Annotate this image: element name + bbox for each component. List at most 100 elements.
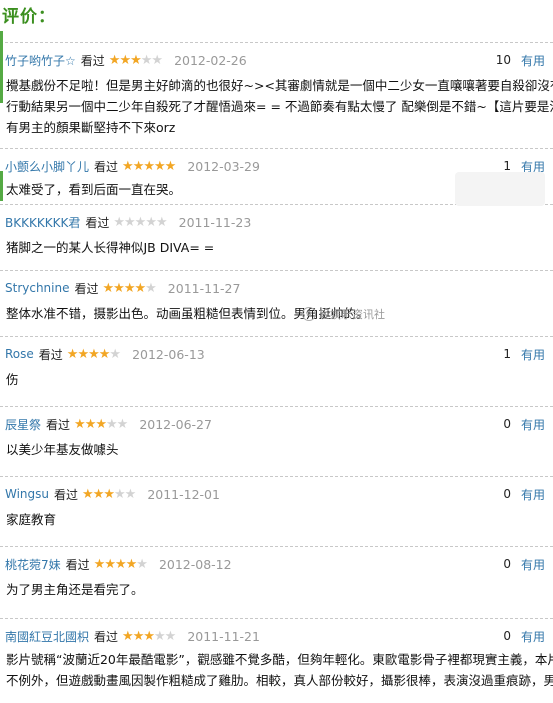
- review-item: 辰星祭 看过 ★ ★ ★ ★ ★ 2012-06-27 0 有用 以美少年基友做噱头: [0, 406, 553, 477]
- star-icon: ★: [103, 486, 115, 502]
- star-icon: ★: [104, 556, 116, 572]
- highlight-bar: [0, 31, 3, 103]
- review-item: 桃花菀7妹 看过 ★ ★ ★ ★ ★ 2012-08-12 0 有用 为了男主角还是看完了。: [0, 546, 553, 619]
- star-icon: ★: [154, 628, 166, 644]
- watched-label: 看过: [85, 215, 110, 230]
- review-date: 2012-02-26: [174, 52, 247, 68]
- review-meta: BKKKKKKK君 看过 ★ ★ ★ ★ ★ 2011-11-23: [5, 213, 251, 231]
- reviewer-name-link[interactable]: BKKKKKKK君: [5, 214, 80, 231]
- useful-count: 0: [503, 629, 511, 643]
- review-meta: 桃花菀7妹 看过 ★ ★ ★ ★ ★ 2012-08-12: [5, 555, 232, 573]
- star-icon: ★: [113, 280, 125, 296]
- star-icon: ★: [124, 486, 137, 502]
- useful-button[interactable]: 有用: [521, 52, 545, 69]
- star-icon: ★: [145, 280, 157, 296]
- rating-stars: ★ ★ ★ ★ ★: [108, 52, 163, 68]
- star-icon: ★: [114, 486, 126, 502]
- watched-label: 看过: [54, 487, 79, 502]
- reviewer-name-link[interactable]: 竹子哟竹子☆: [5, 52, 76, 69]
- review-date: 2012-08-12: [158, 556, 232, 572]
- useful-count: 0: [503, 417, 511, 431]
- review-text: 伤: [6, 369, 545, 390]
- star-icon: ★: [140, 52, 153, 68]
- star-icon: ★: [102, 280, 115, 296]
- review-text-line: 攪基戲份不足啦！但是男主好帥滴的也很好~><其審劇情就是一個中二少女一直嚷嚷著要…: [6, 78, 553, 93]
- rating-stars: ★ ★ ★ ★ ★: [82, 486, 137, 502]
- review-item: Strychnine 看过 ★ ★ ★ ★ ★ 2011-11-27 整体水准不错，摄影出色。动…: [0, 270, 553, 337]
- reviewer-name-link[interactable]: Rose: [5, 347, 34, 361]
- useful-vote: 0 有用: [503, 555, 545, 573]
- review-meta: Wingsu 看过 ★ ★ ★ ★ ★ 2011-12-01: [5, 485, 220, 503]
- useful-count: 10: [495, 53, 511, 67]
- review-date: 2012-06-13: [132, 346, 205, 362]
- reviewer-name-link[interactable]: Wingsu: [5, 487, 49, 501]
- useful-button[interactable]: 有用: [521, 556, 545, 573]
- useful-button[interactable]: 有用: [521, 486, 545, 503]
- star-icon: ★: [124, 214, 136, 230]
- star-icon: ★: [130, 52, 142, 68]
- review-text: 以美少年基友做噱头: [6, 439, 545, 460]
- star-icon: ★: [108, 52, 121, 68]
- star-icon: ★: [114, 556, 127, 572]
- review-meta: 辰星祭 看过 ★ ★ ★ ★ ★ 2012-06-27: [5, 415, 212, 433]
- review-text-line: 家庭教育: [6, 512, 57, 527]
- useful-button[interactable]: 有用: [521, 628, 545, 645]
- star-icon: ★: [95, 416, 107, 432]
- review-text: 猪脚之一的某人长得神似JB DIVA= =: [6, 237, 545, 258]
- watched-label: 看过: [80, 53, 105, 68]
- review-text-line: 有男主的顏果斷堅持不下來orz: [6, 120, 176, 135]
- review-date: 2011-11-21: [187, 628, 260, 644]
- review-text: 攪基戲份不足啦！但是男主好帥滴的也很好~><其審劇情就是一個中二少女一直嚷嚷著要…: [6, 75, 553, 138]
- star-icon: ★: [109, 346, 121, 362]
- review-text-line: 为了男主角还是看完了。: [6, 582, 144, 597]
- reviewer-name-link[interactable]: 桃花菀7妹: [5, 556, 61, 573]
- star-icon: ★: [98, 346, 111, 362]
- watched-label: 看过: [38, 347, 63, 362]
- star-icon: ★: [134, 280, 146, 296]
- review-text-line: 整体水准不错，摄影出色。动画虽粗糙但表情到位。男角挺帅的。: [6, 306, 369, 321]
- review-item: 南國紅豆北國枳 看过 ★ ★ ★ ★ ★ 2011-11-21 0 有用影片號稱“波蘭近20年最酷…: [0, 618, 553, 703]
- rating-stars: ★ ★ ★ ★ ★: [122, 628, 176, 644]
- review-item: Wingsu 看过 ★ ★ ★ ★ ★ 2011-12-01 0 有用 家庭教育: [0, 476, 553, 547]
- reviewer-name-link[interactable]: Strychnine: [5, 281, 70, 295]
- star-icon: ★: [134, 214, 147, 230]
- star-icon: ★: [119, 52, 131, 68]
- review-meta: Strychnine 看过 ★ ★ ★ ★ ★ 2011-11-27: [5, 279, 240, 297]
- star-icon: ★: [123, 280, 136, 296]
- review-text-line: 行動結果另一個中二少年自殺死了才醒悟過來= = 不過節奏有點太慢了 配樂倒是不錯…: [6, 99, 553, 114]
- reviewer-name-link[interactable]: 小颤么小脚丫儿: [5, 158, 89, 175]
- star-icon: ★: [125, 556, 138, 572]
- highlight-bar: [0, 171, 3, 201]
- review-item: 竹子哟竹子☆ 看过 ★ ★ ★ ★ ★ 2012-02-26 10 有用攪基戲份不足啦！但是男主好…: [0, 31, 553, 149]
- star-icon: ★: [77, 346, 89, 362]
- star-icon: ★: [92, 486, 105, 502]
- review-text: 家庭教育: [6, 509, 545, 530]
- useful-count: 0: [503, 557, 511, 571]
- star-icon: ★: [88, 346, 100, 362]
- star-icon: ★: [116, 416, 129, 432]
- useful-vote: 0 有用: [503, 415, 545, 433]
- review-text: 整体水准不错，摄影出色。动画虽粗糙但表情到位。男角挺帅的。: [6, 303, 545, 324]
- review-meta: 竹子哟竹子☆ 看过 ★ ★ ★ ★ ★ 2012-02-26: [5, 51, 247, 69]
- watched-label: 看过: [94, 629, 119, 644]
- useful-button[interactable]: 有用: [521, 346, 545, 363]
- rating-stars: ★ ★ ★ ★ ★: [102, 280, 157, 296]
- review-date: 2012-03-29: [187, 158, 260, 174]
- review-text-line: 以美少年基友做噱头: [6, 442, 119, 457]
- star-icon: ★: [106, 416, 118, 432]
- review-text-line: 不例外，但遊戲動畫風因製作粗糙成了雞肋。相較，真人部份較好，攝影很棒，表演沒過重…: [6, 673, 553, 688]
- rating-stars: ★ ★ ★ ★ ★: [67, 346, 121, 362]
- reviewer-name-link[interactable]: 南國紅豆北國枳: [5, 628, 89, 645]
- star-icon: ★: [143, 628, 155, 644]
- useful-vote: 10 有用: [496, 51, 545, 69]
- review-date: 2011-11-23: [178, 214, 252, 230]
- star-icon: ★: [155, 214, 168, 230]
- useful-count: 0: [503, 487, 511, 501]
- useful-button[interactable]: 有用: [521, 416, 545, 433]
- useful-count: 1: [503, 159, 511, 173]
- review-date: 2012-06-27: [139, 416, 212, 432]
- reviewer-name-link[interactable]: 辰星祭: [5, 416, 41, 433]
- watched-label: 看过: [94, 159, 119, 174]
- star-icon: ★: [93, 556, 106, 572]
- review-text-line: 影片號稱“波蘭近20年最酷電影”，觀感雖不覺多酷，但夠年輕化。東歐電影骨子裡都現…: [6, 652, 553, 667]
